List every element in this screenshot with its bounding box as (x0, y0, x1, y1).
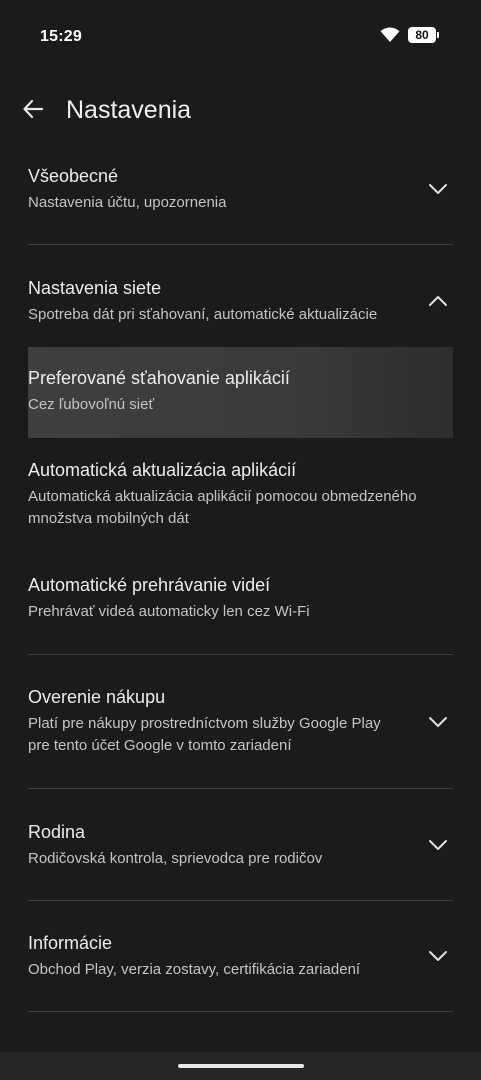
setting-title: Automatická aktualizácia aplikácií (28, 460, 297, 480)
section-network-title: Nastavenia siete (28, 278, 162, 298)
status-icons: 80 (380, 27, 439, 43)
navigation-bar (0, 1052, 481, 1080)
setting-value: Cez ľubovoľnú sieť (28, 396, 155, 413)
setting-description: Automatická aktualizácia aplikácií pomoc… (28, 488, 417, 527)
setting-title: Automatické prehrávanie videí (28, 575, 271, 595)
setting-title: Preferované sťahovanie aplikácií (28, 368, 290, 388)
section-family-subtitle: Rodičovská kontrola, sprievodca pre rodi… (28, 850, 323, 867)
section-network[interactable]: Nastavenia siete Spotreba dát pri sťahov… (28, 276, 453, 326)
divider (28, 654, 453, 655)
wifi-icon (380, 27, 400, 43)
status-bar: 15:29 80 (0, 0, 481, 78)
top-app-bar: Nastavenia (0, 80, 481, 140)
arrow-back-icon (22, 98, 44, 125)
section-network-subtitle: Spotreba dát pri sťahovaní, automatické … (28, 306, 378, 323)
back-button[interactable] (14, 92, 52, 130)
status-time: 15:29 (40, 28, 82, 45)
section-general-title: Všeobecné (28, 166, 119, 186)
home-gesture-handle[interactable] (177, 1064, 304, 1068)
chevron-down-icon (427, 945, 449, 967)
section-about[interactable]: Informácie Obchod Play, verzia zostavy, … (28, 931, 453, 981)
section-purchase-title: Overenie nákupu (28, 687, 166, 707)
setting-app-download-preference[interactable]: Preferované sťahovanie aplikácií Cez ľub… (28, 366, 453, 416)
chevron-up-icon (427, 290, 449, 312)
page-title: Nastavenia (66, 96, 192, 124)
divider (28, 788, 453, 789)
setting-value: Prehrávať videá automaticky len cez Wi-F… (28, 603, 310, 620)
section-general[interactable]: Všeobecné Nastavenia účtu, upozornenia (28, 164, 453, 214)
divider (28, 1011, 453, 1012)
setting-auto-play-videos[interactable]: Automatické prehrávanie videí Prehrávať … (28, 573, 453, 623)
battery-icon: 80 (408, 27, 439, 43)
section-general-subtitle: Nastavenia účtu, upozornenia (28, 194, 227, 211)
divider (28, 900, 453, 901)
section-family[interactable]: Rodina Rodičovská kontrola, sprievodca p… (28, 820, 453, 870)
section-purchase-subtitle: Platí pre nákupy prostredníctvom služby … (28, 715, 381, 754)
chevron-down-icon (427, 834, 449, 856)
settings-screen: 15:29 80 Nastavenia Všeobecné Nastavenia… (0, 0, 481, 1080)
section-family-title: Rodina (28, 822, 86, 842)
chevron-down-icon (427, 178, 449, 200)
chevron-down-icon (427, 711, 449, 733)
section-about-subtitle: Obchod Play, verzia zostavy, certifikáci… (28, 961, 361, 978)
setting-auto-update-apps[interactable]: Automatická aktualizácia aplikácií Autom… (28, 458, 453, 530)
battery-level: 80 (408, 27, 436, 43)
section-purchase-verification[interactable]: Overenie nákupu Platí pre nákupy prostre… (28, 685, 453, 757)
divider (28, 244, 453, 245)
section-about-title: Informácie (28, 933, 113, 953)
